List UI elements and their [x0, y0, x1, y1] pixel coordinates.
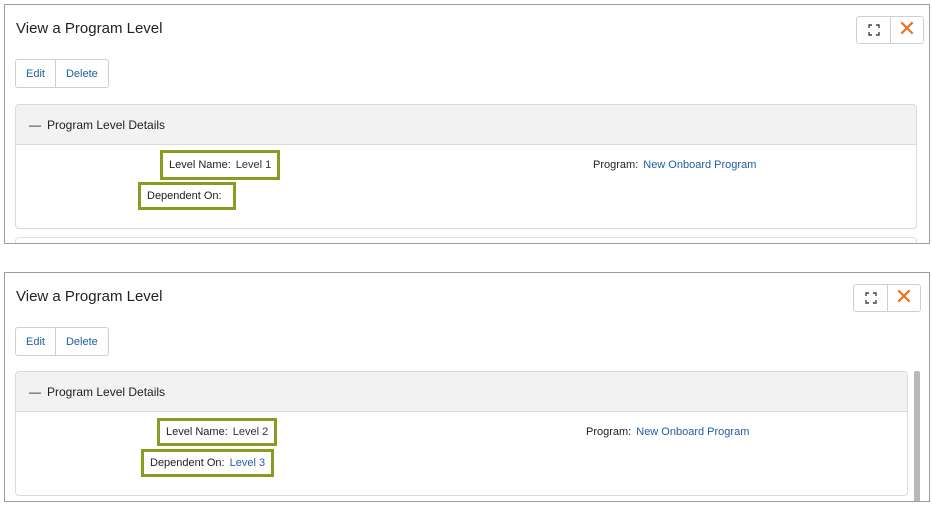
close-button[interactable]: ✕ — [887, 285, 920, 311]
dependent-on-label: Dependent On: — [150, 457, 225, 469]
level-name-field: Level Name: Level 2 — [157, 418, 278, 446]
level-name-value: Level 1 — [235, 159, 272, 171]
action-toolbar: Edit Delete — [15, 59, 109, 88]
next-section-edge — [15, 237, 917, 243]
program-level-panel-2: View a Program Level ✕ Edit Delete — Pro… — [4, 272, 930, 502]
program-level-details-section: — Program Level Details — [15, 371, 908, 496]
edit-button[interactable]: Edit — [16, 328, 55, 355]
level-name-label: Level Name: — [169, 159, 231, 171]
collapse-icon: — — [29, 384, 41, 399]
panel-title: View a Program Level — [16, 20, 163, 37]
section-header-toggle[interactable]: — Program Level Details — [16, 105, 916, 145]
dependent-on-link[interactable]: Level 3 — [230, 457, 265, 469]
window-controls: ✕ — [856, 16, 924, 44]
section-header-toggle[interactable]: — Program Level Details — [16, 372, 907, 412]
action-toolbar: Edit Delete — [15, 327, 109, 356]
close-icon: ✕ — [897, 17, 917, 42]
level-name-field: Level Name: Level 1 — [160, 150, 281, 180]
section-title: Program Level Details — [47, 384, 166, 399]
delete-button[interactable]: Delete — [54, 60, 108, 87]
program-link[interactable]: New Onboard Program — [636, 426, 749, 438]
maximize-button[interactable] — [857, 17, 890, 43]
level-name-value: Level 2 — [232, 426, 269, 438]
window-controls: ✕ — [853, 284, 921, 312]
collapse-icon: — — [29, 117, 41, 132]
program-label: Program: — [593, 159, 639, 171]
close-button[interactable]: ✕ — [890, 17, 923, 43]
program-label: Program: — [586, 426, 632, 438]
expand-icon — [864, 292, 877, 304]
vertical-scrollbar[interactable] — [914, 371, 920, 501]
program-field: Program: New Onboard Program — [586, 424, 749, 440]
section-title: Program Level Details — [47, 117, 166, 132]
close-icon: ✕ — [894, 285, 914, 310]
dependent-on-label: Dependent On: — [147, 190, 222, 202]
maximize-button[interactable] — [854, 285, 887, 311]
expand-icon — [867, 24, 880, 36]
program-level-details-section: — Program Level Details — [15, 104, 917, 229]
program-link[interactable]: New Onboard Program — [643, 159, 756, 171]
program-level-panel-1: View a Program Level ✕ Edit Delete — Pro… — [4, 4, 930, 244]
delete-button[interactable]: Delete — [54, 328, 108, 355]
program-field: Program: New Onboard Program — [593, 157, 756, 173]
panel-title: View a Program Level — [16, 288, 163, 305]
edit-button[interactable]: Edit — [16, 60, 55, 87]
level-name-label: Level Name: — [166, 426, 228, 438]
dependent-on-field: Dependent On: Level 3 — [141, 449, 275, 477]
dependent-on-field: Dependent On: — [138, 182, 236, 210]
